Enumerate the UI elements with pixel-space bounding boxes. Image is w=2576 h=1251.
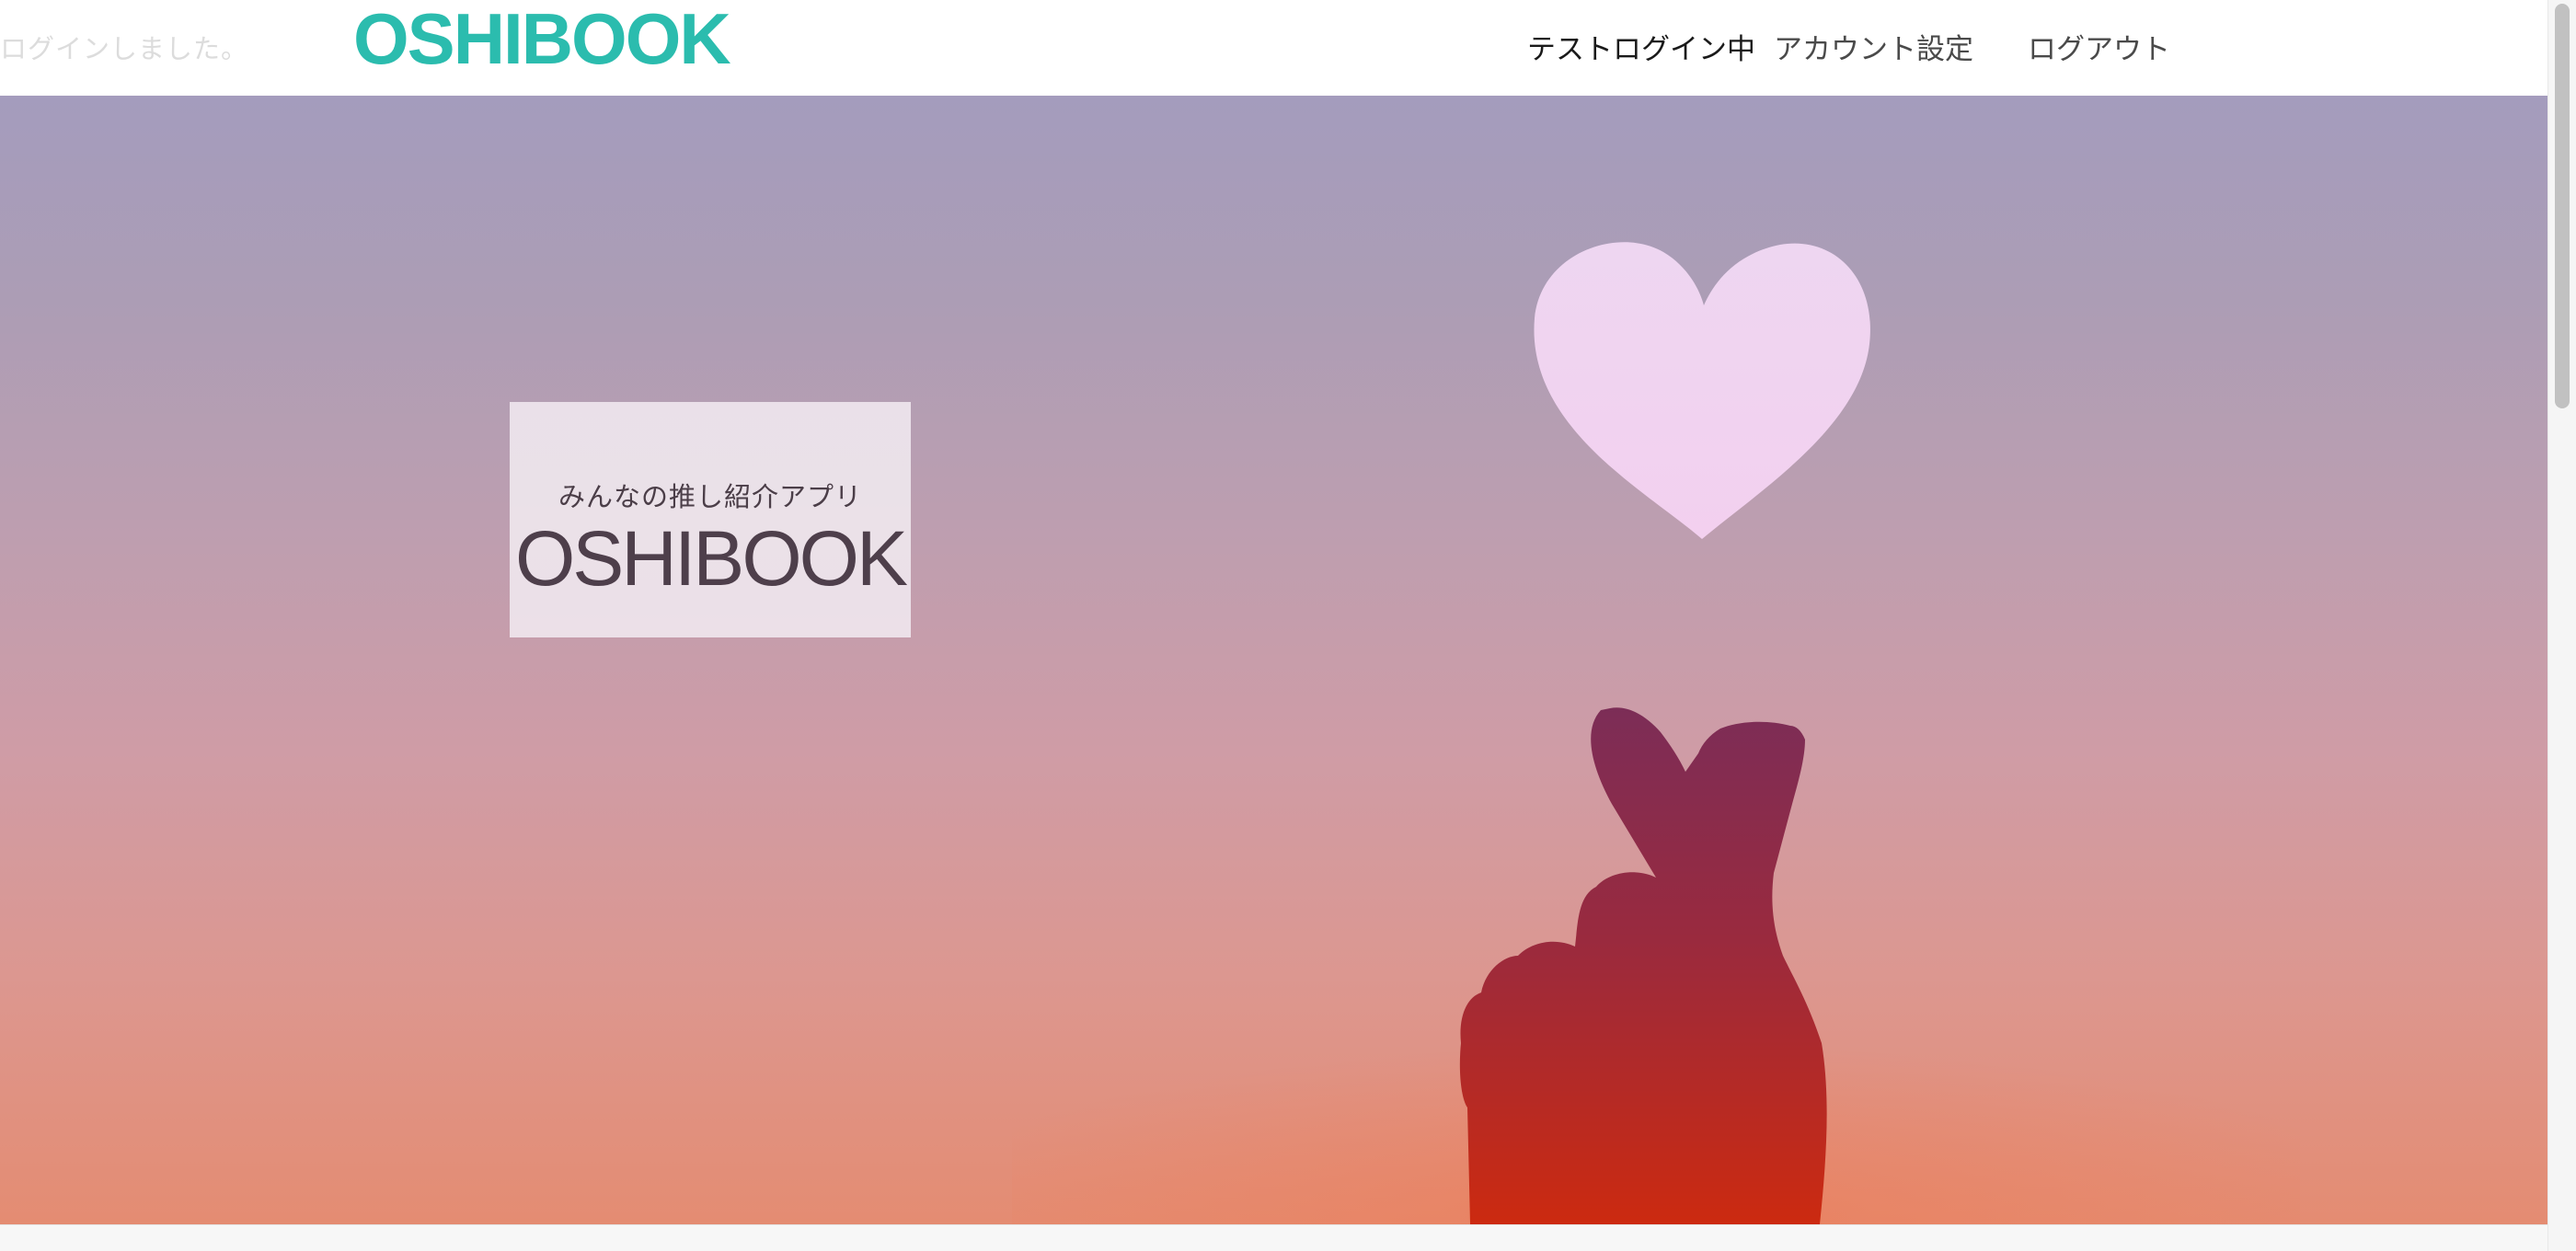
page: ログインしました。 OSHIBOOK テストログイン中 アカウント設定 ログアウ…: [0, 0, 2576, 1251]
intro-subtitle: みんなの推し紹介アプリ: [558, 481, 862, 512]
nav-logout[interactable]: ログアウト: [2028, 26, 2170, 67]
intro-card: みんなの推し紹介アプリ OSHIBOOK: [510, 402, 911, 637]
flash-message: ログインしました。: [0, 33, 249, 64]
site-header: ログインしました。 OSHIBOOK テストログイン中 アカウント設定 ログアウ…: [0, 0, 2548, 96]
vertical-scrollbar[interactable]: [2547, 0, 2576, 1251]
scrollbar-thumb[interactable]: [2555, 4, 2570, 408]
hero-section: みんなの推し紹介アプリ OSHIBOOK: [0, 96, 2548, 1224]
page-bottom-strip: [0, 1224, 2548, 1251]
nav-account-settings[interactable]: アカウント設定: [1774, 26, 1973, 67]
hand-silhouette: [1459, 707, 1827, 1224]
hero-image: [1012, 242, 2300, 1224]
site-logo[interactable]: OSHIBOOK: [353, 0, 731, 77]
intro-title: OSHIBOOK: [514, 515, 908, 602]
nav-test-login[interactable]: テストログイン中: [1527, 26, 1755, 67]
heart-icon: [1534, 242, 1870, 539]
